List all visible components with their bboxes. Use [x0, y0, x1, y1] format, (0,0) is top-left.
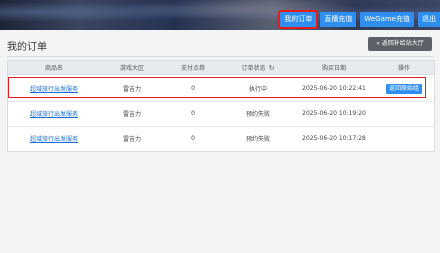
- product-link[interactable]: 超域旅行出发服务: [30, 109, 78, 118]
- orders-table: 商品名 游戏大区 支付点券 订单状态 ↻ 购买日期 操作 超域旅行出发服务 雷吉…: [7, 60, 435, 152]
- product-link[interactable]: 超域旅行出发服务: [30, 134, 78, 143]
- paid-cell: 0: [191, 110, 195, 117]
- action-cell: [374, 101, 434, 126]
- paid-cell: 0: [191, 135, 195, 142]
- header-date: 购买日期: [321, 65, 346, 72]
- table-header: 商品名 游戏大区 支付点券 订单状态 ↻ 购买日期 操作: [8, 61, 434, 75]
- live-recharge-button[interactable]: 直播充值: [320, 12, 357, 27]
- highlight-box: [8, 77, 426, 98]
- page-title: 我的订单: [7, 42, 47, 53]
- my-orders-button[interactable]: 我的订单: [278, 10, 319, 29]
- back-to-hall-button[interactable]: « 返回补给站大厅: [368, 37, 432, 51]
- header-status-label: 订单状态: [241, 65, 266, 72]
- header-region: 游戏大区: [119, 65, 144, 72]
- action-cell: [374, 126, 434, 151]
- date-cell: 2025-06-20 10:17:28: [302, 135, 366, 142]
- region-cell: 雷吉力: [122, 136, 141, 143]
- date-cell: 2025-06-20 10:19:20: [302, 110, 366, 117]
- wegame-recharge-button[interactable]: WeGame充值: [360, 12, 414, 27]
- status-cell: 预约失败: [245, 136, 270, 143]
- table-row: 超域旅行出发服务 雷吉力 0 预约失败 2025-06-20 10:17:28: [8, 126, 434, 151]
- header-paid: 支付点券: [180, 65, 205, 72]
- refresh-icon[interactable]: ↻: [269, 64, 275, 72]
- header-status: 订单状态 ↻: [222, 61, 294, 74]
- status-cell: 预约失败: [245, 111, 270, 118]
- header-action: 操作: [397, 65, 410, 72]
- header-product: 商品名: [44, 65, 63, 72]
- divider: [7, 56, 433, 57]
- region-cell: 雷吉力: [122, 111, 141, 118]
- top-nav: 我的订单 直播充值 WeGame充值 退出: [278, 10, 440, 29]
- table-row: 超域旅行出发服务 雷吉力 0 预约失败 2025-06-20 10:19:20: [8, 101, 434, 127]
- logout-button[interactable]: 退出: [418, 12, 440, 27]
